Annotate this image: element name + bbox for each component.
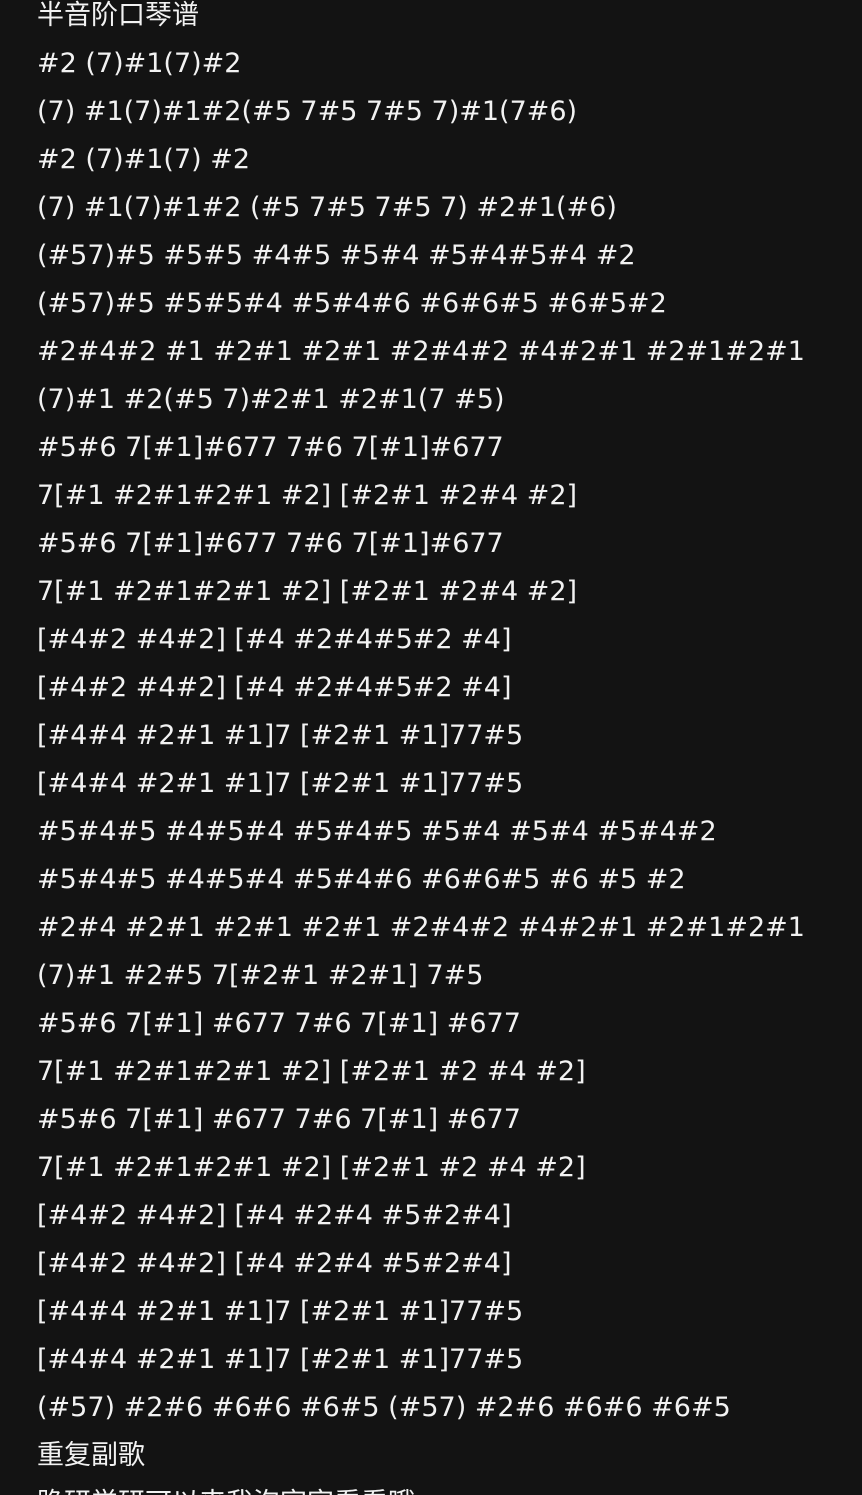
score-line: #2 (7)#1(7)#2 xyxy=(37,48,242,79)
score-line: [#4#2 #4#2] [#4 #2#4#5#2 #4] xyxy=(37,624,512,655)
score-line: (#57)#5 #5#5 #4#5 #5#4 #5#4#5#4 #2 xyxy=(37,240,636,271)
score-line: (#57) #2#6 #6#6 #6#5 (#57) #2#6 #6#6 #6#… xyxy=(37,1392,731,1423)
score-line: 重复副歌 xyxy=(37,1440,145,1471)
score-line: #5#4#5 #4#5#4 #5#4#5 #5#4 #5#4 #5#4#2 xyxy=(37,816,717,847)
score-line: #5#6 7[#1] #677 7#6 7[#1] #677 xyxy=(37,1104,521,1135)
score-line: #5#6 7[#1]#677 7#6 7[#1]#677 xyxy=(37,432,504,463)
score-line: 7[#1 #2#1#2#1 #2] [#2#1 #2#4 #2] xyxy=(37,576,578,607)
score-line: [#4#4 #2#1 #1]7 [#2#1 #1]77#5 xyxy=(37,1296,524,1327)
harmonica-score-text: 半音阶口琴谱 #2 (7)#1(7)#2 (7) #1(7)#1#2(#5 7#5 … xyxy=(37,0,837,1495)
score-line: [#4#4 #2#1 #1]7 [#2#1 #1]77#5 xyxy=(37,768,524,799)
score-line: #2#4 #2#1 #2#1 #2#1 #2#4#2 #4#2#1 #2#1#2… xyxy=(37,912,805,943)
score-line: #2#4#2 #1 #2#1 #2#1 #2#4#2 #4#2#1 #2#1#2… xyxy=(37,336,805,367)
score-line: #5#6 7[#1] #677 7#6 7[#1] #677 xyxy=(37,1008,521,1039)
text-viewport[interactable]: 半音阶口琴谱 #2 (7)#1(7)#2 (7) #1(7)#1#2(#5 7#5 … xyxy=(0,0,862,1495)
score-line: (7)#1 #2#5 7[#2#1 #2#1] 7#5 xyxy=(37,960,484,991)
score-line: 7[#1 #2#1#2#1 #2] [#2#1 #2#4 #2] xyxy=(37,480,578,511)
score-line: [#4#2 #4#2] [#4 #2#4 #5#2#4] xyxy=(37,1200,512,1231)
score-line: [#4#4 #2#1 #1]7 [#2#1 #1]77#5 xyxy=(37,1344,524,1375)
score-line: 7[#1 #2#1#2#1 #2] [#2#1 #2 #4 #2] xyxy=(37,1056,586,1087)
score-line: 跪研学研可以来我泡字字看看哦 xyxy=(37,1480,837,1495)
score-title: 半音阶口琴谱 xyxy=(37,0,199,31)
score-line: [#4#4 #2#1 #1]7 [#2#1 #1]77#5 xyxy=(37,720,524,751)
score-line: #5#4#5 #4#5#4 #5#4#6 #6#6#5 #6 #5 #2 xyxy=(37,864,686,895)
score-line: (7) #1(7)#1#2 (#5 7#5 7#5 7) #2#1(#6) xyxy=(37,192,617,223)
score-line: [#4#2 #4#2] [#4 #2#4#5#2 #4] xyxy=(37,672,512,703)
score-line: (7) #1(7)#1#2(#5 7#5 7#5 7)#1(7#6) xyxy=(37,96,578,127)
score-line: #5#6 7[#1]#677 7#6 7[#1]#677 xyxy=(37,528,504,559)
score-line: (#57)#5 #5#5#4 #5#4#6 #6#6#5 #6#5#2 xyxy=(37,288,667,319)
score-line: (7)#1 #2(#5 7)#2#1 #2#1(7 #5) xyxy=(37,384,505,415)
score-line: #2 (7)#1(7) #2 xyxy=(37,144,251,175)
score-line: [#4#2 #4#2] [#4 #2#4 #5#2#4] xyxy=(37,1248,512,1279)
score-line: 7[#1 #2#1#2#1 #2] [#2#1 #2 #4 #2] xyxy=(37,1152,586,1183)
